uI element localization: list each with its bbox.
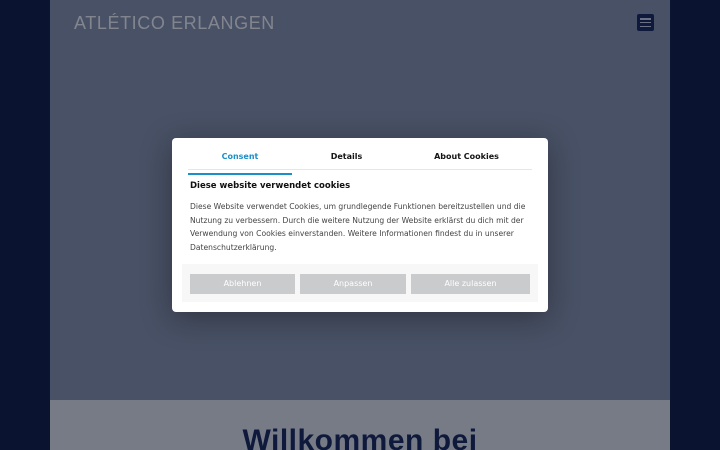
dialog-tabs: Consent Details About Cookies <box>188 150 532 175</box>
dialog-body-text: Diese Website verwendet Cookies, um grun… <box>190 202 526 252</box>
tab-details[interactable]: Details <box>292 150 401 169</box>
tab-consent[interactable]: Consent <box>188 150 292 175</box>
customize-button[interactable]: Anpassen <box>300 274 406 294</box>
dialog-button-bar: Ablehnen Anpassen Alle zulassen <box>182 264 538 302</box>
accept-all-button[interactable]: Alle zulassen <box>411 274 530 294</box>
dialog-title: Diese website verwendet cookies <box>190 181 351 191</box>
decline-button[interactable]: Ablehnen <box>190 274 295 294</box>
cookie-consent-dialog: Consent Details About Cookies Diese webs… <box>172 138 548 312</box>
tab-about-cookies[interactable]: About Cookies <box>401 150 532 169</box>
